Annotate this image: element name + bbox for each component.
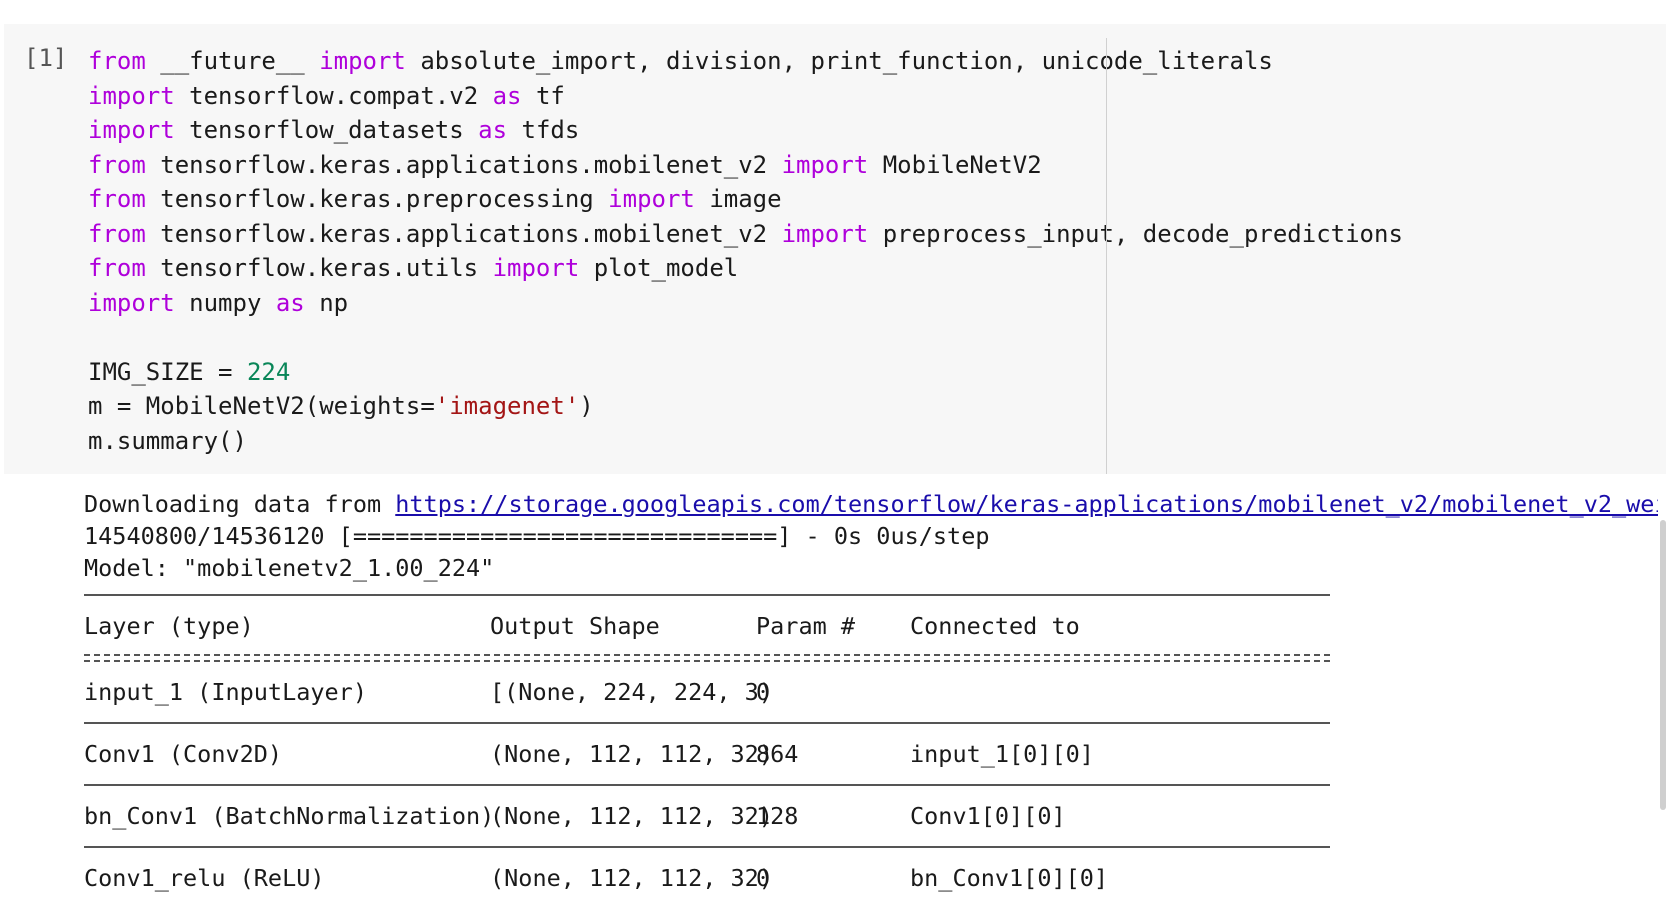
- code-keyword: import: [319, 47, 406, 75]
- code-text: tf: [521, 81, 565, 110]
- code-keyword: as: [478, 116, 508, 144]
- model-summary-table: Layer (type) Output Shape Param # Connec…: [84, 594, 1330, 908]
- download-link[interactable]: https://storage.googleapis.com/tensorflo…: [395, 490, 1658, 518]
- output-shape: (None, 112, 112, 32): [490, 802, 773, 830]
- param-count: 0: [756, 864, 771, 892]
- param-count: 128: [756, 802, 799, 830]
- connected-to: input_1[0][0]: [910, 740, 1094, 768]
- code-keyword: from: [88, 254, 146, 282]
- code-text: tensorflow_datasets: [174, 116, 479, 144]
- code-line[interactable]: import tensorflow_datasets as tfds: [88, 113, 1403, 148]
- summary-header-row: Layer (type) Output Shape Param # Connec…: [84, 596, 1330, 654]
- table-row: Conv1_relu (ReLU) (None, 112, 112, 32) 0…: [84, 848, 1330, 908]
- model-name-line: Model: "mobilenetv2_1.00_224": [84, 554, 495, 582]
- code-text: numpy: [174, 288, 276, 317]
- code-keyword: import: [88, 288, 175, 317]
- connected-to: Conv1[0][0]: [910, 802, 1066, 830]
- code-text: tensorflow.keras.applications.mobilenet_…: [145, 219, 782, 248]
- code-keyword: import: [781, 150, 869, 179]
- code-text: ): [579, 392, 594, 420]
- layer-name: Conv1 (Conv2D): [84, 740, 283, 768]
- code-text: image: [694, 185, 782, 213]
- param-count: 864: [756, 740, 799, 768]
- output-scrollbar[interactable]: [1660, 520, 1666, 810]
- code-line[interactable]: import tensorflow.compat.v2 as tf: [88, 79, 1403, 114]
- code-line[interactable]: from tensorflow.keras.utils import plot_…: [88, 251, 1403, 286]
- code-keyword: import: [608, 185, 695, 213]
- code-keyword: as: [492, 81, 522, 110]
- code-keyword: from: [88, 219, 146, 248]
- code-cell[interactable]: [1] from __future__ import absolute_impo…: [4, 24, 1666, 474]
- code-text: np: [304, 288, 349, 317]
- table-row: bn_Conv1 (BatchNormalization) (None, 112…: [84, 786, 1330, 846]
- code-line[interactable]: from tensorflow.keras.preprocessing impo…: [88, 182, 1403, 217]
- code-text: tensorflow.keras.applications.mobilenet_…: [145, 150, 782, 179]
- code-keyword: as: [275, 288, 305, 317]
- output-area: Downloading data from https://storage.go…: [84, 488, 1658, 908]
- code-text: MobileNetV2: [868, 150, 1042, 179]
- code-editor[interactable]: from __future__ import absolute_import, …: [88, 44, 1403, 458]
- editor-ruler: [1106, 38, 1107, 474]
- code-text: plot_model: [579, 254, 739, 282]
- code-keyword: from: [88, 185, 146, 213]
- notebook-page: [1] from __future__ import absolute_impo…: [0, 0, 1666, 921]
- code-text: IMG_SIZE =: [88, 357, 247, 386]
- code-keyword: import: [88, 116, 175, 144]
- code-string: 'imagenet': [434, 392, 580, 420]
- code-keyword: from: [88, 150, 146, 179]
- code-keyword: import: [492, 254, 580, 282]
- header-layer-type: Layer (type): [84, 612, 254, 640]
- code-text: tensorflow.keras.preprocessing: [145, 185, 609, 213]
- header-connected-to: Connected to: [910, 612, 1080, 640]
- code-text: tfds: [507, 116, 580, 144]
- header-param-count: Param #: [756, 612, 856, 640]
- code-line[interactable]: import numpy as np: [88, 286, 1403, 321]
- code-text: __future__: [145, 47, 320, 75]
- code-line[interactable]: m = MobileNetV2(weights='imagenet'): [88, 389, 1403, 424]
- code-keyword: import: [781, 219, 869, 248]
- code-line[interactable]: [88, 320, 1403, 355]
- header-output-shape: Output Shape: [490, 612, 660, 640]
- progress-line: 14540800/14536120 [=====================…: [84, 522, 990, 550]
- layer-name: bn_Conv1 (BatchNormalization): [84, 802, 495, 830]
- layer-name: Conv1_relu (ReLU): [84, 864, 325, 892]
- code-line[interactable]: from tensorflow.keras.applications.mobil…: [88, 217, 1403, 252]
- output-shape: (None, 112, 112, 32): [490, 740, 773, 768]
- code-text: m.summary(): [88, 426, 247, 455]
- output-shape: [(None, 224, 224, 3): [490, 678, 773, 706]
- code-text: preprocess_input, decode_predictions: [868, 219, 1403, 248]
- output-shape: (None, 112, 112, 32): [490, 864, 773, 892]
- connected-to: bn_Conv1[0][0]: [910, 864, 1109, 892]
- layer-name: input_1 (InputLayer): [84, 678, 367, 706]
- table-row: input_1 (InputLayer) [(None, 224, 224, 3…: [84, 662, 1330, 722]
- code-text: m = MobileNetV2(weights=: [88, 392, 435, 420]
- code-text: absolute_import, division, print_functio…: [405, 47, 1273, 75]
- summary-double-divider: [84, 654, 1330, 662]
- code-number: 224: [246, 357, 291, 386]
- code-line[interactable]: from __future__ import absolute_import, …: [88, 44, 1403, 79]
- code-line[interactable]: IMG_SIZE = 224: [88, 355, 1403, 390]
- execution-count: [1]: [24, 44, 68, 72]
- code-text: tensorflow.keras.utils: [145, 254, 493, 282]
- table-row: Conv1 (Conv2D) (None, 112, 112, 32) 864 …: [84, 724, 1330, 784]
- code-text: tensorflow.compat.v2: [174, 81, 493, 110]
- code-keyword: from: [88, 47, 146, 75]
- code-line[interactable]: m.summary(): [88, 424, 1403, 459]
- download-line: Downloading data from https://storage.go…: [84, 488, 1658, 520]
- param-count: 0: [756, 678, 771, 706]
- download-prefix: Downloading data from: [84, 490, 396, 518]
- code-keyword: import: [88, 81, 175, 110]
- code-line[interactable]: from tensorflow.keras.applications.mobil…: [88, 148, 1403, 183]
